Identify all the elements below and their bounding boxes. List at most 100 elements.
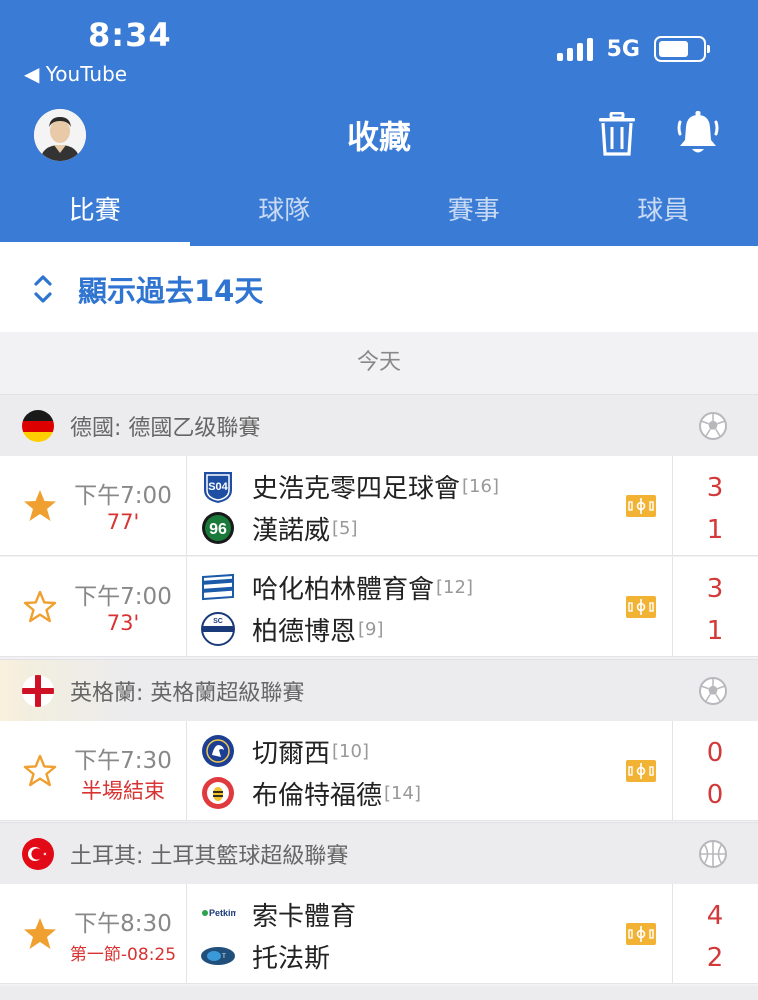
away-team: 96 漢諾威 [5] [200, 508, 358, 548]
divider [186, 456, 187, 555]
star-filled-icon[interactable] [22, 916, 58, 952]
hertha-logo-icon [202, 573, 234, 601]
match-row[interactable]: 下午7:00 73' 哈化柏林體育會 [12] SC 柏德博恩 [9] 3 1 [0, 557, 758, 657]
show-past-label: 顯示過去14天 [78, 274, 264, 308]
svg-text:T: T [222, 954, 226, 960]
team-name: 柏德博恩 [252, 616, 357, 647]
match-status: 半場結束 [81, 779, 165, 803]
chelsea-logo-icon [202, 735, 234, 767]
trash-icon[interactable] [598, 111, 636, 156]
match-status: 73' [106, 611, 140, 635]
svg-text:Petkim: Petkim [209, 908, 236, 918]
match-time: 下午7:00 [74, 584, 172, 610]
league-header-england[interactable]: 英格蘭: 英格蘭超級聯賽 [0, 659, 758, 721]
home-score: 3 [706, 473, 724, 503]
team-name: 史浩克零四足球會 [252, 473, 461, 504]
match-status: 第一節-08:25 [69, 945, 177, 965]
day-header: 今天 [0, 332, 758, 394]
bell-icon[interactable] [676, 110, 720, 156]
pitch-icon[interactable] [626, 923, 656, 945]
tofas-logo-icon: T [201, 947, 235, 965]
league-name: 德國: 德國乙级聯賽 [70, 415, 261, 441]
divider [672, 557, 673, 656]
league-header-turkey[interactable]: 土耳其: 土耳其籃球超級聯賽 [0, 822, 758, 884]
soccer-ball-icon [699, 676, 727, 705]
tab-bar: 比賽 球隊 賽事 球員 [0, 180, 758, 246]
team-rank: [5] [332, 517, 358, 539]
status-time: 8:34 [88, 16, 172, 54]
expand-collapse-icon [34, 275, 52, 303]
team-name: 漢諾威 [252, 515, 331, 546]
team-name: 哈化柏林體育會 [252, 574, 435, 605]
svg-text:96: 96 [209, 521, 227, 538]
match-row[interactable]: 下午8:30 第一節-08:25 Petkim 索卡體育 T 托法斯 4 2 [0, 884, 758, 984]
divider [186, 557, 187, 656]
team-rank: [12] [436, 576, 473, 598]
page-title: 收藏 [346, 118, 411, 156]
home-score: 3 [706, 574, 724, 604]
home-team: Petkim 索卡體育 [200, 894, 358, 934]
app-header: 8:34 ◀ YouTube 5G 收藏 比賽 球隊 賽事 球員 [0, 0, 758, 246]
away-score: 2 [706, 943, 724, 973]
away-score: 0 [706, 780, 724, 810]
schalke-logo-icon: S04 [204, 472, 232, 503]
tab-players[interactable]: 球員 [569, 180, 758, 246]
cellular-signal-icon [556, 37, 593, 61]
away-team: SC 柏德博恩 [9] [200, 609, 384, 649]
home-team: 切爾西 [10] [200, 731, 369, 771]
match-time: 下午8:30 [74, 911, 172, 937]
team-rank: [9] [358, 618, 384, 640]
germany-flag-icon [22, 409, 54, 442]
team-name: 索卡體育 [252, 901, 357, 932]
team-rank: [10] [332, 740, 369, 762]
tab-competitions[interactable]: 賽事 [379, 180, 569, 246]
tab-teams[interactable]: 球隊 [190, 180, 380, 246]
turkey-flag-icon [22, 837, 54, 870]
divider [672, 884, 673, 983]
team-name: 托法斯 [252, 943, 331, 974]
network-type: 5G [606, 36, 640, 62]
team-rank: [14] [384, 782, 421, 804]
league-name: 英格蘭: 英格蘭超級聯賽 [70, 680, 305, 706]
show-past-toggle[interactable]: 顯示過去14天 [0, 246, 758, 332]
away-score: 1 [706, 616, 724, 646]
tab-matches[interactable]: 比賽 [0, 180, 190, 246]
pitch-icon[interactable] [626, 495, 656, 517]
away-team: T 托法斯 [200, 936, 332, 976]
divider [672, 721, 673, 820]
away-score: 1 [706, 515, 724, 545]
star-filled-icon[interactable] [22, 488, 58, 524]
soccer-ball-icon [699, 411, 727, 440]
hannover-logo-icon: 96 [202, 512, 234, 544]
basketball-icon [699, 839, 727, 868]
team-rank: [16] [462, 475, 499, 497]
home-team: S04 史浩克零四足球會 [16] [200, 466, 499, 506]
match-time: 下午7:00 [74, 483, 172, 509]
match-status: 77' [106, 510, 140, 534]
divider [672, 456, 673, 555]
paderborn-logo-icon: SC [201, 612, 235, 646]
match-time: 下午7:30 [74, 748, 172, 774]
team-name: 布倫特福德 [252, 780, 383, 811]
star-outline-icon[interactable] [22, 753, 58, 789]
match-row[interactable]: 下午7:00 77' S04 史浩克零四足球會 [16] 96 漢諾威 [5] … [0, 456, 758, 556]
home-score: 4 [706, 901, 724, 931]
svg-text:S04: S04 [208, 481, 228, 493]
battery-icon [654, 36, 710, 62]
pitch-icon[interactable] [626, 760, 656, 782]
status-indicators: 5G [556, 36, 710, 62]
league-header-germany[interactable]: 德國: 德國乙级聯賽 [0, 394, 758, 456]
divider [186, 721, 187, 820]
star-outline-icon[interactable] [22, 589, 58, 625]
team-name: 切爾西 [252, 738, 331, 769]
match-row[interactable]: 下午7:30 半場結束 切爾西 [10] 布倫特福德 [14] 0 0 [0, 721, 758, 821]
league-name: 土耳其: 土耳其籃球超級聯賽 [70, 843, 349, 869]
divider [186, 884, 187, 983]
home-team: 哈化柏林體育會 [12] [200, 567, 473, 607]
svg-text:SC: SC [213, 618, 223, 625]
petkim-logo-icon: Petkim [202, 908, 236, 918]
back-to-youtube-link[interactable]: ◀ YouTube [24, 62, 127, 86]
pitch-icon[interactable] [626, 596, 656, 618]
england-flag-icon [22, 674, 54, 707]
list-footer [0, 986, 758, 1000]
